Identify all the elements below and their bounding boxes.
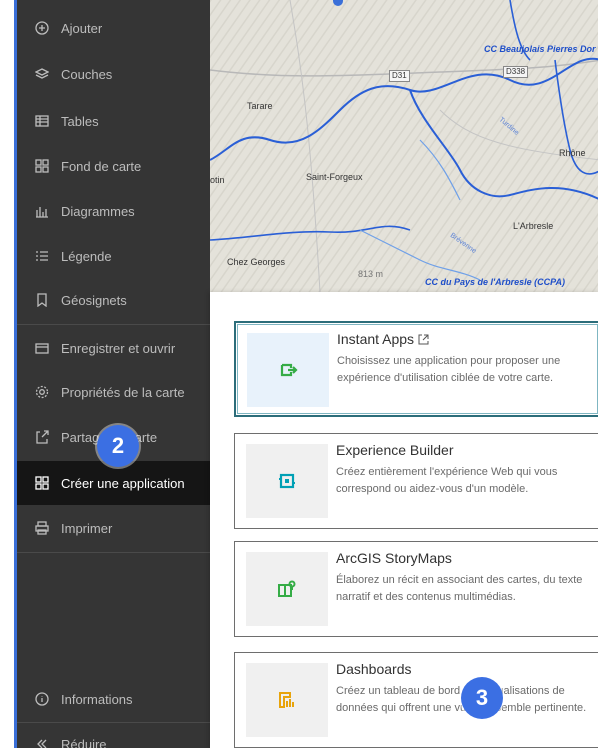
sidebar-item-label: Réduire <box>61 736 107 748</box>
sidebar-item-informations[interactable]: Informations <box>17 677 210 721</box>
map-label-chez-georges: Chez Georges <box>227 257 286 267</box>
experience-builder-icon <box>279 473 295 489</box>
card-thumbnail <box>246 663 328 737</box>
card-title: ArcGIS StoryMaps <box>336 550 452 566</box>
sidebar-item-fond-de-carte[interactable]: Fond de carte <box>17 144 210 188</box>
callout-badge-2: 2 <box>97 425 139 467</box>
instant-apps-icon <box>280 363 298 377</box>
sidebar-item-couches[interactable]: Couches <box>17 52 210 96</box>
card-instant-apps[interactable]: Instant Apps Choisissez une application … <box>234 321 598 417</box>
map-label-cc-beaujolais: CC Beaujolais Pierres Dor <box>484 44 596 54</box>
storymaps-icon <box>278 580 296 597</box>
sidebar-item-label: Diagrammes <box>61 203 135 219</box>
card-description: Élaborez un récit en associant des carte… <box>336 574 583 603</box>
map-label-saint-forgeux: Saint-Forgeux <box>306 172 363 182</box>
map-label-tarare: Tarare <box>247 101 273 111</box>
card-title: Experience Builder <box>336 442 454 458</box>
sidebar-item-reduire[interactable]: Réduire <box>17 722 210 748</box>
sidebar-item-label: Créer une application <box>61 475 185 491</box>
external-link-icon <box>418 334 429 345</box>
sidebar-item-geosignets[interactable]: Géosignets <box>17 278 210 322</box>
apps-grid-icon <box>33 474 51 492</box>
share-icon <box>33 428 51 446</box>
sidebar: Ajouter Couches Tables Fond de carte Dia… <box>17 0 210 748</box>
sidebar-item-label: Informations <box>61 691 133 707</box>
card-experience-builder[interactable]: Experience Builder Créez entièrement l'e… <box>234 433 598 529</box>
road-badge-d31: D31 <box>389 70 410 82</box>
map-label-otin: otin <box>210 175 225 185</box>
map-label-altitude: 813 m <box>358 269 384 279</box>
info-icon <box>33 690 51 708</box>
card-title: Dashboards <box>336 661 412 677</box>
sidebar-item-label: Géosignets <box>61 292 127 308</box>
card-description: Choisissez une application pour proposer… <box>337 355 561 384</box>
sidebar-item-diagrammes[interactable]: Diagrammes <box>17 189 210 233</box>
sidebar-item-label: Tables <box>61 113 99 129</box>
bookmark-icon <box>33 291 51 309</box>
layers-icon <box>33 65 51 83</box>
sidebar-item-label: Enregistrer et ouvrir <box>61 340 176 356</box>
map-view[interactable]: CC Beaujolais Pierres Dor D31 D338 Tarar… <box>210 0 598 292</box>
app-window: Ajouter Couches Tables Fond de carte Dia… <box>14 0 598 748</box>
sidebar-item-label: Légende <box>61 248 112 264</box>
legend-icon <box>33 247 51 265</box>
collapse-icon <box>33 735 51 748</box>
sidebar-item-label: Ajouter <box>61 20 103 36</box>
card-dashboards[interactable]: Dashboards Créez un tableau de bord des … <box>234 652 598 748</box>
sidebar-item-label: Imprimer <box>61 520 113 536</box>
card-thumbnail <box>246 552 328 626</box>
sidebar-item-creer-application[interactable]: Créer une application <box>17 461 210 505</box>
sidebar-item-label: Fond de carte <box>61 158 142 174</box>
sidebar-item-tables[interactable]: Tables <box>17 99 210 143</box>
sidebar-item-label: Couches <box>61 66 113 82</box>
card-title: Instant Apps <box>337 331 429 347</box>
print-icon <box>33 519 51 537</box>
create-app-panel: Instant Apps Choisissez une application … <box>210 292 598 748</box>
sidebar-item-legende[interactable]: Légende <box>17 234 210 278</box>
callout-badge-3: 3 <box>461 677 503 719</box>
sidebar-item-ajouter[interactable]: Ajouter <box>17 6 210 50</box>
dashboards-icon <box>279 692 294 708</box>
map-label-cc-arbresle: CC du Pays de l'Arbresle (CCPA) <box>425 277 566 287</box>
folder-icon <box>33 339 51 357</box>
chart-icon <box>33 202 51 220</box>
basemap-icon <box>33 157 51 175</box>
map-label-arbresle: L'Arbresle <box>513 221 554 231</box>
card-thumbnail <box>247 333 329 407</box>
card-description: Créez entièrement l'expérience Web qui v… <box>336 466 558 495</box>
gear-icon <box>33 383 51 401</box>
sidebar-item-label: Propriétés de la carte <box>61 384 185 400</box>
sidebar-divider <box>17 552 210 553</box>
plus-circle-icon <box>33 19 51 37</box>
sidebar-item-enregistrer[interactable]: Enregistrer et ouvrir <box>17 326 210 370</box>
card-title-text: Instant Apps <box>337 331 415 347</box>
sidebar-item-proprietes[interactable]: Propriétés de la carte <box>17 370 210 414</box>
map-label-rhone: Rhône <box>559 148 586 158</box>
sidebar-divider <box>17 324 210 325</box>
card-storymaps[interactable]: ArcGIS StoryMaps Élaborez un récit en as… <box>234 541 598 637</box>
table-icon <box>33 112 51 130</box>
road-badge-d338: D338 <box>503 66 529 78</box>
sidebar-item-imprimer[interactable]: Imprimer <box>17 506 210 550</box>
card-thumbnail <box>246 444 328 518</box>
